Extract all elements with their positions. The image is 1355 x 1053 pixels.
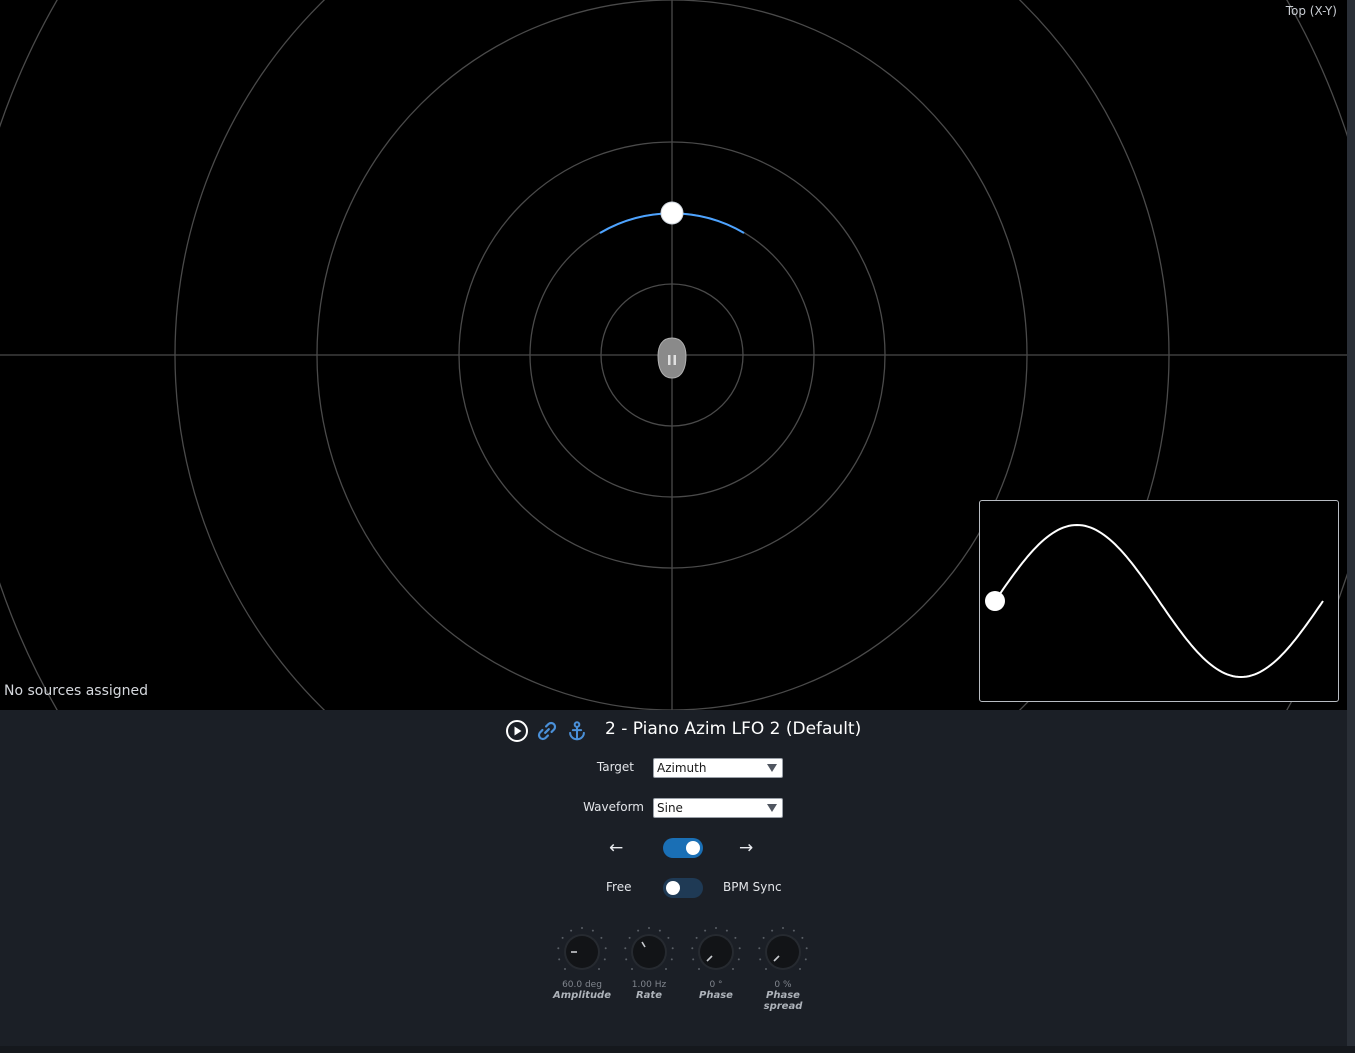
chevron-down-icon — [767, 804, 777, 812]
knob-dial[interactable] — [757, 926, 809, 978]
knob-tick — [801, 936, 804, 939]
knob-tick — [564, 968, 566, 970]
waveform-preview — [979, 500, 1339, 702]
knob-value: 1.00 Hz — [631, 980, 667, 990]
view-mode-label[interactable]: Top (X-Y) — [1286, 4, 1337, 18]
bpm-sync-toggle[interactable] — [663, 878, 703, 898]
knob-tick — [737, 958, 740, 961]
knob-tick — [734, 936, 737, 939]
knob-tick — [570, 929, 573, 932]
chevron-down-icon — [767, 764, 777, 772]
knob-label: Amplitude — [552, 990, 611, 1001]
arrow-right-icon[interactable]: → — [739, 838, 753, 858]
knob-tick — [581, 927, 583, 929]
knob-tick — [558, 958, 561, 961]
toggle-knob — [686, 841, 700, 855]
waveform-dropdown[interactable]: Sine — [653, 798, 783, 818]
knob-tick — [624, 947, 627, 950]
knob-tick — [557, 947, 560, 950]
knob-tick — [670, 958, 673, 961]
knob-tick — [765, 968, 767, 970]
window-edge — [1347, 0, 1355, 1053]
waveform-curve — [994, 523, 1324, 679]
knob-tick — [799, 968, 801, 970]
knob-value: 0 % — [774, 980, 792, 990]
lfo-title: 2 - Piano Azim LFO 2 (Default) — [605, 719, 862, 739]
amplitude-knob[interactable]: 60.0 deg Amplitude — [547, 926, 617, 1006]
knob-tick — [667, 936, 670, 939]
knob-label: Phase spread — [763, 990, 803, 1012]
bpm-sync-label: BPM Sync — [723, 880, 782, 894]
knob-tick — [715, 927, 717, 929]
knob-tick — [603, 958, 606, 961]
knob-tick — [591, 929, 594, 932]
play-circle-icon[interactable] — [504, 718, 530, 744]
knob-tick — [604, 947, 607, 950]
knob-tick — [771, 929, 774, 932]
knob-tick — [671, 947, 674, 950]
anchor-icon[interactable] — [564, 718, 590, 744]
free-label: Free — [606, 880, 632, 894]
knob-tick — [628, 936, 631, 939]
knob-tick — [805, 947, 808, 950]
knob-tick — [738, 947, 741, 950]
toggle-knob — [666, 881, 680, 895]
knob-tick — [732, 968, 734, 970]
knob-tick — [598, 968, 600, 970]
direction-toggle[interactable] — [663, 838, 703, 858]
knob-tick — [725, 929, 728, 932]
phase-spread-knob[interactable]: 0 % Phase spread — [748, 926, 818, 1012]
knob-value: 0 ° — [709, 980, 723, 990]
knob-label: Phase — [699, 990, 733, 1001]
target-label: Target — [596, 760, 634, 774]
spatial-view[interactable]: Top (X-Y) No sources assigned — [0, 0, 1347, 710]
waveform-value: Sine — [657, 801, 683, 815]
target-value: Azimuth — [657, 761, 707, 775]
knob-tick — [782, 927, 784, 929]
knob-dial[interactable] — [623, 926, 675, 978]
waveform-playhead — [985, 591, 1005, 611]
knob-tick — [691, 947, 694, 950]
knob-tick — [637, 929, 640, 932]
knob-value: 60.0 deg — [562, 980, 602, 990]
knob-tick — [561, 936, 564, 939]
phase-knob[interactable]: 0 ° Phase — [681, 926, 751, 1006]
knob-tick — [658, 929, 661, 932]
knob-label: Rate — [635, 990, 662, 1001]
waveform-label: Waveform — [583, 800, 644, 814]
knob-tick — [759, 958, 762, 961]
window-bottom-edge — [0, 1046, 1355, 1053]
knob-tick — [695, 936, 698, 939]
knob-tick — [600, 936, 603, 939]
knob-tick — [698, 968, 700, 970]
link-icon[interactable] — [534, 718, 560, 744]
target-dropdown[interactable]: Azimuth — [653, 758, 783, 778]
knob-tick — [792, 929, 795, 932]
arrow-left-icon[interactable]: ← — [609, 838, 623, 858]
knob-tick — [704, 929, 707, 932]
knob-dial[interactable] — [556, 926, 608, 978]
knob-tick — [631, 968, 633, 970]
knob-tick — [665, 968, 667, 970]
knob-tick — [648, 927, 650, 929]
rate-knob[interactable]: 1.00 Hz Rate — [614, 926, 684, 1006]
lfo-panel: 2 - Piano Azim LFO 2 (Default) Target Az… — [0, 710, 1347, 1046]
knob-tick — [762, 936, 765, 939]
knob-tick — [692, 958, 695, 961]
knob-tick — [804, 958, 807, 961]
sources-status-text: No sources assigned — [4, 683, 149, 699]
listener-head-icon — [657, 337, 687, 379]
knob-tick — [758, 947, 761, 950]
knob-dial[interactable] — [690, 926, 742, 978]
knob-tick — [625, 958, 628, 961]
source-position-handle[interactable] — [660, 201, 684, 225]
